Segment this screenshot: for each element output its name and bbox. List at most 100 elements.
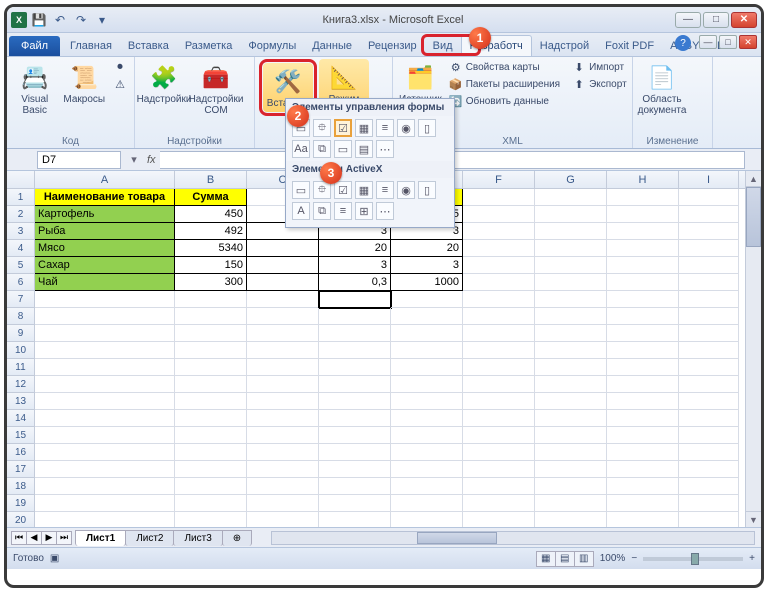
form-spin-icon[interactable]: ▦ bbox=[355, 119, 373, 137]
cell-B9[interactable] bbox=[175, 325, 247, 342]
tab-formulas[interactable]: Формулы bbox=[240, 36, 304, 56]
qat-customize-icon[interactable]: ▾ bbox=[93, 11, 111, 29]
tab-view[interactable]: Вид bbox=[425, 36, 461, 56]
sheet-nav-last[interactable]: ⏭ bbox=[56, 531, 72, 545]
row-header-19[interactable]: 19 bbox=[7, 495, 35, 512]
cell-G5[interactable] bbox=[535, 257, 607, 274]
qat-undo-icon[interactable]: ↶ bbox=[51, 11, 69, 29]
status-macro-icon[interactable]: ▣ bbox=[50, 553, 59, 564]
row-header-12[interactable]: 12 bbox=[7, 376, 35, 393]
row-header-10[interactable]: 10 bbox=[7, 342, 35, 359]
cell-A4[interactable]: Мясо bbox=[35, 240, 175, 257]
cell-H4[interactable] bbox=[607, 240, 679, 257]
cell-E14[interactable] bbox=[391, 410, 463, 427]
cell-A3[interactable]: Рыба bbox=[35, 223, 175, 240]
sheet-nav-next[interactable]: ▶ bbox=[41, 531, 57, 545]
row-header-1[interactable]: 1 bbox=[7, 189, 35, 206]
zoom-in-button[interactable]: + bbox=[749, 553, 755, 564]
scroll-up-icon[interactable]: ▲ bbox=[746, 171, 761, 187]
cell-D14[interactable] bbox=[319, 410, 391, 427]
zoom-slider[interactable] bbox=[643, 557, 743, 561]
cell-B5[interactable]: 150 bbox=[175, 257, 247, 274]
cell-C20[interactable] bbox=[247, 512, 319, 527]
ax-textbox-icon[interactable]: ▯ bbox=[418, 181, 436, 199]
cell-A18[interactable] bbox=[35, 478, 175, 495]
doc-close-button[interactable]: ✕ bbox=[739, 35, 757, 49]
cell-G15[interactable] bbox=[535, 427, 607, 444]
cell-E18[interactable] bbox=[391, 478, 463, 495]
cell-D10[interactable] bbox=[319, 342, 391, 359]
form-listbox-icon[interactable]: ≡ bbox=[376, 119, 394, 137]
cell-D16[interactable] bbox=[319, 444, 391, 461]
cell-D17[interactable] bbox=[319, 461, 391, 478]
cell-E16[interactable] bbox=[391, 444, 463, 461]
cell-G7[interactable] bbox=[535, 291, 607, 308]
cell-H16[interactable] bbox=[607, 444, 679, 461]
column-header-H[interactable]: H bbox=[607, 171, 679, 188]
macro-security-button[interactable]: ⚠ bbox=[110, 76, 130, 92]
cell-F8[interactable] bbox=[463, 308, 535, 325]
ax-toggle-icon[interactable]: ⊞ bbox=[355, 202, 373, 220]
cell-C18[interactable] bbox=[247, 478, 319, 495]
cell-H13[interactable] bbox=[607, 393, 679, 410]
tab-addins[interactable]: Надстрой bbox=[532, 36, 597, 56]
row-header-11[interactable]: 11 bbox=[7, 359, 35, 376]
cell-F14[interactable] bbox=[463, 410, 535, 427]
zoom-out-button[interactable]: − bbox=[631, 553, 637, 564]
column-header-I[interactable]: I bbox=[679, 171, 739, 188]
cell-D13[interactable] bbox=[319, 393, 391, 410]
ax-checkbox-icon[interactable]: ☑ bbox=[334, 181, 352, 199]
cell-H14[interactable] bbox=[607, 410, 679, 427]
tab-data[interactable]: Данные bbox=[304, 36, 360, 56]
cell-C12[interactable] bbox=[247, 376, 319, 393]
cell-H19[interactable] bbox=[607, 495, 679, 512]
cell-C5[interactable] bbox=[247, 257, 319, 274]
map-properties-button[interactable]: ⚙Свойства карты bbox=[446, 59, 563, 75]
cell-F18[interactable] bbox=[463, 478, 535, 495]
cell-B6[interactable]: 300 bbox=[175, 274, 247, 291]
cell-F20[interactable] bbox=[463, 512, 535, 527]
form-textfield-icon[interactable]: ▭ bbox=[334, 140, 352, 158]
cell-I4[interactable] bbox=[679, 240, 739, 257]
cell-B4[interactable]: 5340 bbox=[175, 240, 247, 257]
sheet-nav-prev[interactable]: ◀ bbox=[26, 531, 42, 545]
cell-C17[interactable] bbox=[247, 461, 319, 478]
sheet-tab-2[interactable]: Лист2 bbox=[125, 530, 174, 546]
cell-H20[interactable] bbox=[607, 512, 679, 527]
cell-D5[interactable]: 3 bbox=[319, 257, 391, 274]
row-header-20[interactable]: 20 bbox=[7, 512, 35, 527]
cell-H6[interactable] bbox=[607, 274, 679, 291]
cell-E7[interactable] bbox=[391, 291, 463, 308]
cell-A15[interactable] bbox=[35, 427, 175, 444]
cell-F19[interactable] bbox=[463, 495, 535, 512]
row-header-7[interactable]: 7 bbox=[7, 291, 35, 308]
row-header-4[interactable]: 4 bbox=[7, 240, 35, 257]
cell-F13[interactable] bbox=[463, 393, 535, 410]
cell-D20[interactable] bbox=[319, 512, 391, 527]
window-close-button[interactable]: ✕ bbox=[731, 12, 757, 28]
row-header-8[interactable]: 8 bbox=[7, 308, 35, 325]
cell-G17[interactable] bbox=[535, 461, 607, 478]
cell-B14[interactable] bbox=[175, 410, 247, 427]
com-addins-button[interactable]: 🧰 Надстройки COM bbox=[191, 59, 241, 119]
form-combolist-icon[interactable]: ▤ bbox=[355, 140, 373, 158]
tab-page-layout[interactable]: Разметка bbox=[177, 36, 241, 56]
scroll-down-icon[interactable]: ▼ bbox=[746, 511, 761, 527]
cell-E11[interactable] bbox=[391, 359, 463, 376]
cell-D19[interactable] bbox=[319, 495, 391, 512]
cell-C11[interactable] bbox=[247, 359, 319, 376]
horizontal-scrollbar[interactable] bbox=[271, 531, 755, 545]
ax-scrollbar-icon[interactable]: ⧉ bbox=[313, 202, 331, 220]
cell-A16[interactable] bbox=[35, 444, 175, 461]
cell-H5[interactable] bbox=[607, 257, 679, 274]
cell-I17[interactable] bbox=[679, 461, 739, 478]
cell-B13[interactable] bbox=[175, 393, 247, 410]
cell-A13[interactable] bbox=[35, 393, 175, 410]
cell-G13[interactable] bbox=[535, 393, 607, 410]
cell-F15[interactable] bbox=[463, 427, 535, 444]
form-more-icon[interactable]: ⋯ bbox=[376, 140, 394, 158]
cell-C6[interactable] bbox=[247, 274, 319, 291]
cell-H9[interactable] bbox=[607, 325, 679, 342]
column-header-B[interactable]: B bbox=[175, 171, 247, 188]
visual-basic-button[interactable]: 📇 Visual Basic bbox=[11, 59, 59, 119]
